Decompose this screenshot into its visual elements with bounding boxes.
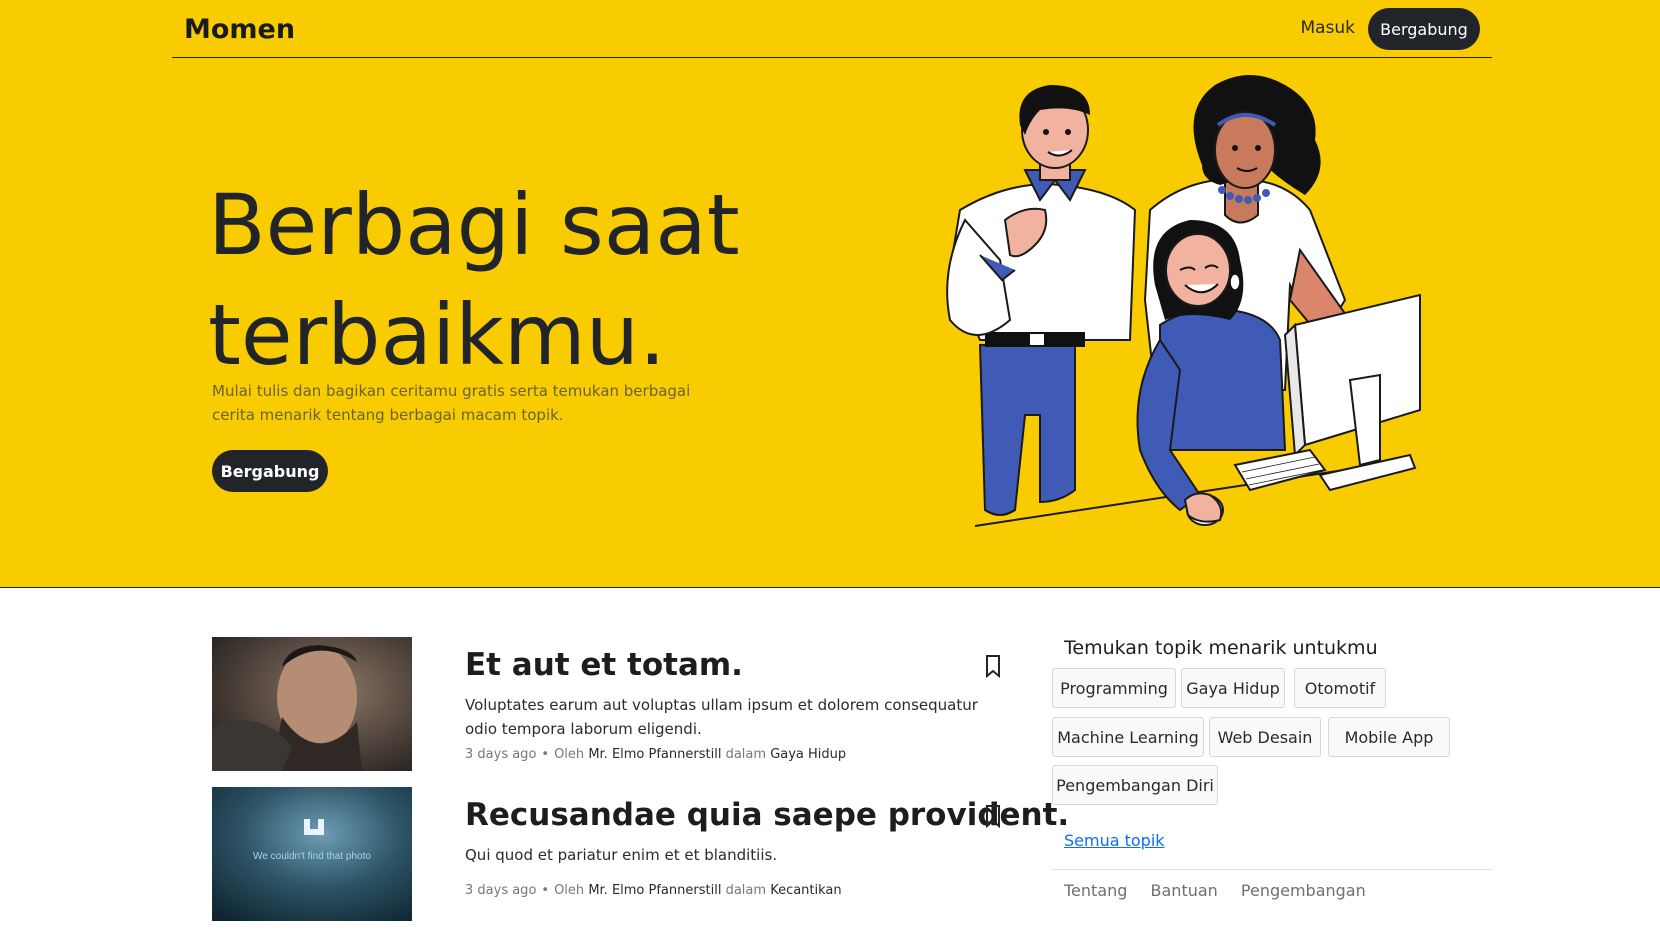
footer-link-development[interactable]: Pengembangan (1241, 881, 1366, 900)
article-category[interactable]: Gaya Hidup (770, 747, 846, 762)
topic-chip-mobile-app[interactable]: Mobile App (1328, 717, 1450, 757)
article-thumbnail[interactable] (212, 637, 412, 771)
article-author[interactable]: Mr. Elmo Pfannerstill (588, 883, 721, 898)
article-category[interactable]: Kecantikan (770, 883, 841, 898)
topics-heading: Temukan topik menarik untukmu (1064, 637, 1378, 659)
article-card[interactable]: Et aut et totam. Voluptates earum aut vo… (212, 637, 1012, 771)
all-topics-link[interactable]: Semua topik (1064, 831, 1165, 850)
footer-links: Tentang Bantuan Pengembangan (1064, 881, 1384, 900)
join-button[interactable]: Bergabung (1368, 8, 1480, 50)
hero-join-button[interactable]: Bergabung (212, 450, 328, 492)
article-time: 3 days ago (465, 883, 537, 898)
bookmark-icon[interactable] (982, 653, 1004, 679)
article-author[interactable]: Mr. Elmo Pfannerstill (588, 747, 721, 762)
hero-subtitle: Mulai tulis dan bagikan ceritamu gratis … (212, 382, 691, 424)
brand-logo[interactable]: Momen (184, 14, 295, 45)
topic-chip-otomotif[interactable]: Otomotif (1294, 668, 1386, 708)
article-title[interactable]: Recusandae quia saepe provident. (465, 797, 1069, 833)
footer-link-help[interactable]: Bantuan (1151, 881, 1218, 900)
topic-chip-programming[interactable]: Programming (1052, 668, 1176, 708)
login-link[interactable]: Masuk (1300, 18, 1355, 38)
hero-title-line-1: Berbagi saat (208, 176, 740, 274)
topic-chip-web-desain[interactable]: Web Desain (1209, 717, 1321, 757)
article-time: 3 days ago (465, 747, 537, 762)
hero-title: Berbagi saat terbaikmu. (208, 170, 908, 390)
topic-chip-machine-learning[interactable]: Machine Learning (1052, 717, 1204, 757)
topic-chip-pengembangan-diri[interactable]: Pengembangan Diri (1052, 765, 1218, 805)
hero-title-line-2: terbaikmu. (208, 286, 666, 384)
sidebar-divider (1052, 869, 1492, 870)
footer-link-about[interactable]: Tentang (1064, 881, 1127, 900)
team-illustration (946, 75, 1421, 527)
article-thumbnail[interactable]: We couldn't find that photo (212, 787, 412, 921)
article-excerpt: Voluptates earum aut voluptas ullam ipsu… (465, 696, 978, 738)
hero-section: Momen Masuk Bergabung Berbagi saat terba… (0, 0, 1660, 588)
topic-chip-gaya-hidup[interactable]: Gaya Hidup (1181, 668, 1285, 708)
article-title[interactable]: Et aut et totam. (465, 647, 743, 683)
article-card[interactable]: We couldn't find that photo Recusandae q… (212, 787, 1069, 921)
article-meta: 3 days ago • Oleh Mr. Elmo Pfannerstill da… (465, 747, 847, 762)
article-excerpt: Qui quod et pariatur enim et et blanditi… (465, 846, 778, 864)
navbar: Momen Masuk Bergabung (172, 0, 1492, 58)
bookmark-icon[interactable] (982, 803, 1004, 829)
article-meta: 3 days ago • Oleh Mr. Elmo Pfannerstill da… (465, 883, 842, 898)
thumbnail-caption: We couldn't find that photo (253, 851, 371, 862)
